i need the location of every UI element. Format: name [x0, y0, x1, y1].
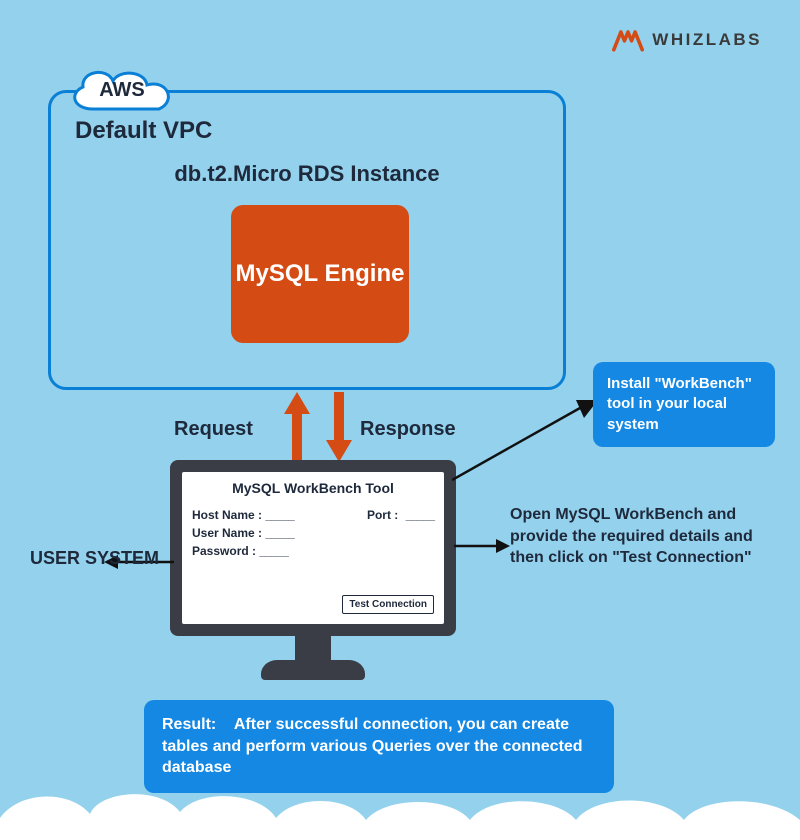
monitor-stand	[295, 628, 331, 662]
arrow-to-install-callout	[452, 400, 598, 482]
monitor-screen: MySQL WorkBench Tool Host Name : _____ U…	[182, 472, 444, 624]
brand-name: WHIZLABS	[652, 30, 762, 50]
result-label: Result:	[162, 714, 230, 736]
brand-logo: WHIZLABS	[612, 28, 762, 52]
monitor-frame: MySQL WorkBench Tool Host Name : _____ U…	[170, 460, 456, 636]
host-field[interactable]: Host Name : _____	[192, 508, 361, 522]
request-arrow-icon	[284, 392, 310, 462]
footer-clouds-icon	[0, 770, 800, 840]
open-workbench-step: Open MySQL WorkBench and provide the req…	[510, 504, 780, 569]
password-field[interactable]: Password : _____	[192, 544, 361, 558]
response-arrow-icon	[326, 392, 352, 462]
port-field[interactable]: Port : _____	[367, 508, 434, 522]
install-callout: Install "WorkBench" tool in your local s…	[593, 362, 775, 447]
vpc-title: Default VPC	[75, 117, 212, 145]
aws-label: AWS	[63, 79, 181, 102]
vpc-container: AWS Default VPC db.t2.Micro RDS Instance…	[48, 90, 566, 390]
whizlabs-icon	[612, 28, 644, 52]
user-field[interactable]: User Name : _____	[192, 526, 361, 540]
mysql-engine-label: MySQL Engine	[236, 260, 405, 289]
test-connection-button[interactable]: Test Connection	[342, 595, 434, 614]
response-label: Response	[360, 418, 456, 441]
workbench-title: MySQL WorkBench Tool	[192, 480, 434, 496]
aws-cloud-badge: AWS	[63, 65, 181, 115]
user-monitor: MySQL WorkBench Tool Host Name : _____ U…	[170, 460, 456, 680]
monitor-base	[261, 660, 365, 680]
request-label: Request	[174, 418, 253, 441]
rds-instance-label: db.t2.Micro RDS Instance	[51, 161, 563, 187]
arrow-to-open-step	[454, 536, 510, 556]
user-system-label: USER SYSTEM	[30, 548, 159, 570]
mysql-engine-box: MySQL Engine	[231, 205, 409, 343]
